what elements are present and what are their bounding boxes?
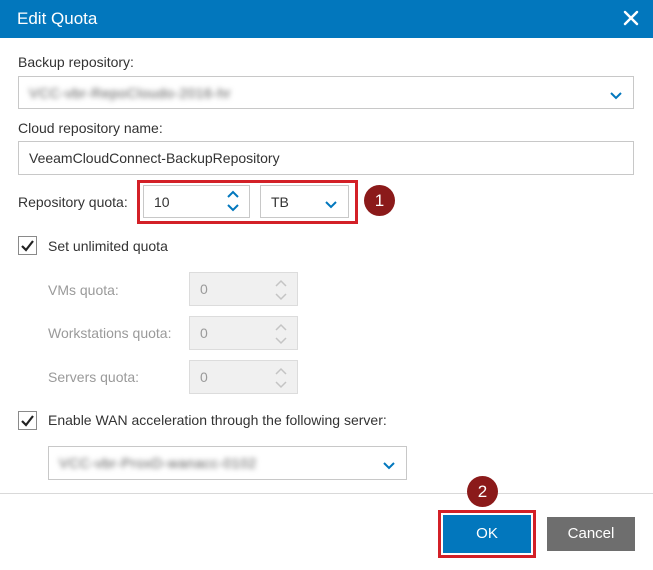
backup-repository-dropdown[interactable]: VCC-vbr-RepoCloudo-2016-hr: [18, 76, 634, 109]
chevron-down-icon: [609, 88, 623, 99]
repository-quota-input[interactable]: 10: [143, 185, 250, 218]
wan-acceleration-label: Enable WAN acceleration through the foll…: [48, 412, 387, 428]
unlimited-quota-label: Set unlimited quota: [48, 238, 168, 254]
quota-unit-value: TB: [271, 193, 289, 210]
wan-accelerator-value: VCC-vbr-ProxD-wanacc-0102: [59, 455, 257, 471]
cancel-button[interactable]: Cancel: [547, 517, 635, 551]
vms-quota-value: 0: [200, 281, 208, 297]
servers-quota-input[interactable]: 0: [189, 360, 298, 394]
chevron-down-icon: [382, 458, 396, 470]
chevron-down-icon: [324, 197, 338, 208]
cloud-repository-name-input[interactable]: VeeamCloudConnect-BackupRepository: [18, 141, 634, 175]
chevron-down-icon: [274, 290, 288, 306]
workstations-quota-input[interactable]: 0: [189, 316, 298, 350]
backup-repository-value: VCC-vbr-RepoCloudo-2016-hr: [29, 84, 232, 101]
repository-quota-label: Repository quota:: [18, 194, 128, 210]
unlimited-quota-checkbox[interactable]: [18, 236, 37, 255]
quota-decrement-icon[interactable]: [226, 202, 240, 218]
servers-quota-value: 0: [200, 369, 208, 385]
callout-marker-2: 2: [467, 476, 498, 507]
cloud-repository-label: Cloud repository name:: [18, 120, 163, 136]
wan-acceleration-checkbox[interactable]: [18, 411, 37, 430]
checkmark-icon: [21, 240, 34, 252]
quota-unit-dropdown[interactable]: TB: [260, 185, 349, 218]
chevron-down-icon: [274, 378, 288, 394]
callout-marker-1: 1: [364, 185, 395, 216]
workstations-quota-label: Workstations quota:: [48, 325, 172, 341]
vms-quota-label: VMs quota:: [48, 282, 119, 298]
close-icon[interactable]: [619, 6, 643, 30]
footer-divider: [0, 493, 653, 494]
backup-repository-label: Backup repository:: [18, 54, 134, 70]
ok-button[interactable]: OK: [443, 515, 531, 553]
repository-quota-value: 10: [154, 193, 170, 210]
dialog-title: Edit Quota: [17, 9, 98, 28]
workstations-quota-value: 0: [200, 325, 208, 341]
chevron-down-icon: [274, 334, 288, 350]
servers-quota-label: Servers quota:: [48, 369, 140, 385]
dialog-title-bar: Edit Quota: [0, 0, 653, 38]
checkmark-icon: [21, 415, 34, 427]
vms-quota-input[interactable]: 0: [189, 272, 298, 306]
cloud-repository-name-value: VeeamCloudConnect-BackupRepository: [29, 150, 280, 166]
wan-accelerator-dropdown[interactable]: VCC-vbr-ProxD-wanacc-0102: [48, 446, 407, 480]
